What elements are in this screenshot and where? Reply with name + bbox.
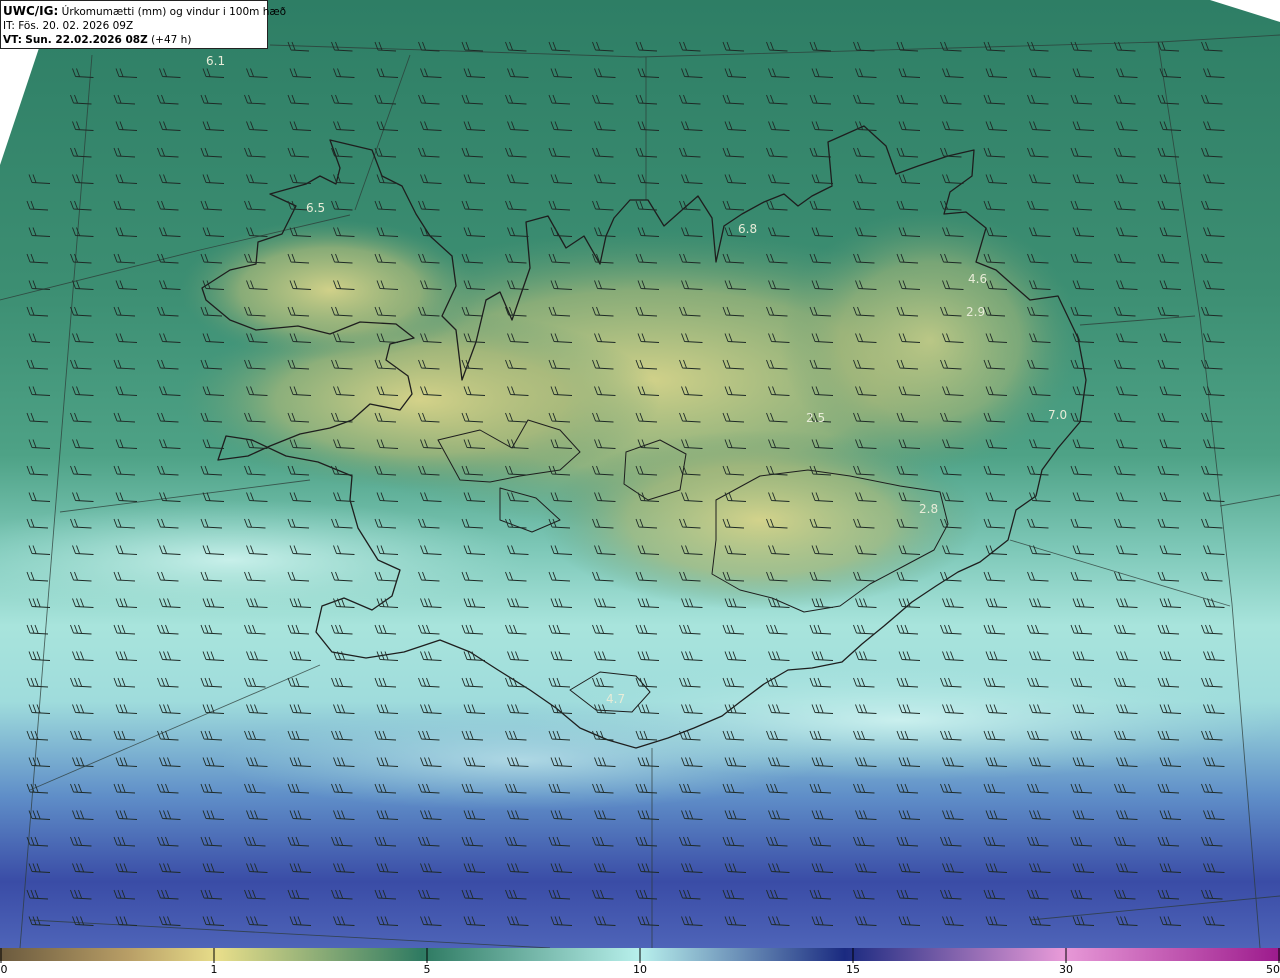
valid-time-line: VT: Sun. 22.02.2026 08Z (+47 h) bbox=[3, 33, 267, 47]
value-label: 7.0 bbox=[1048, 408, 1067, 422]
initial-time-label: IT: bbox=[3, 20, 15, 32]
map-title: Úrkomumætti (mm) og vindur i 100m hæð bbox=[61, 6, 287, 18]
colorbar-tick-label: 15 bbox=[846, 963, 860, 976]
title-line: UWC/IG: Úrkomumætti (mm) og vindur i 100… bbox=[3, 4, 286, 19]
colorbar-tick-label: 50 bbox=[1266, 963, 1280, 976]
forecast-info-box: UWC/IG: Úrkomumætti (mm) og vindur i 100… bbox=[0, 0, 286, 49]
colorbar-tick-label: 30 bbox=[1059, 963, 1073, 976]
value-label: 2.5 bbox=[806, 411, 825, 425]
value-label: 4.7 bbox=[606, 692, 625, 706]
model-name: UWC/IG: bbox=[3, 4, 59, 18]
valid-time-label: VT: bbox=[3, 34, 22, 46]
precipitation-map: 6.1 6.5 6.8 4.6 2.9 2.5 7.0 2.8 4.7 bbox=[0, 0, 1280, 948]
value-label: 6.1 bbox=[206, 54, 225, 68]
colorbar-tick-label: 1 bbox=[210, 963, 218, 976]
value-label: 2.9 bbox=[966, 305, 985, 319]
valid-time-value: Sun. 22.02.2026 08Z bbox=[25, 34, 148, 46]
initial-time-value: Fös. 20. 02. 2026 09Z bbox=[18, 20, 134, 32]
colorbar-tick-label: 5 bbox=[423, 963, 431, 976]
value-label: 6.8 bbox=[738, 222, 757, 236]
colorbar-tick-label: 0 bbox=[0, 963, 8, 976]
map-area: 6.1 6.5 6.8 4.6 2.9 2.5 7.0 2.8 4.7 UWC/… bbox=[0, 0, 1280, 948]
initial-time-line: IT: Fös. 20. 02. 2026 09Z bbox=[3, 19, 267, 33]
value-label: 4.6 bbox=[968, 272, 987, 286]
lead-time: (+47 h) bbox=[151, 34, 192, 46]
colorbar-tick-label: 10 bbox=[633, 963, 647, 976]
value-label: 2.8 bbox=[919, 502, 938, 516]
value-label: 6.5 bbox=[306, 201, 325, 215]
